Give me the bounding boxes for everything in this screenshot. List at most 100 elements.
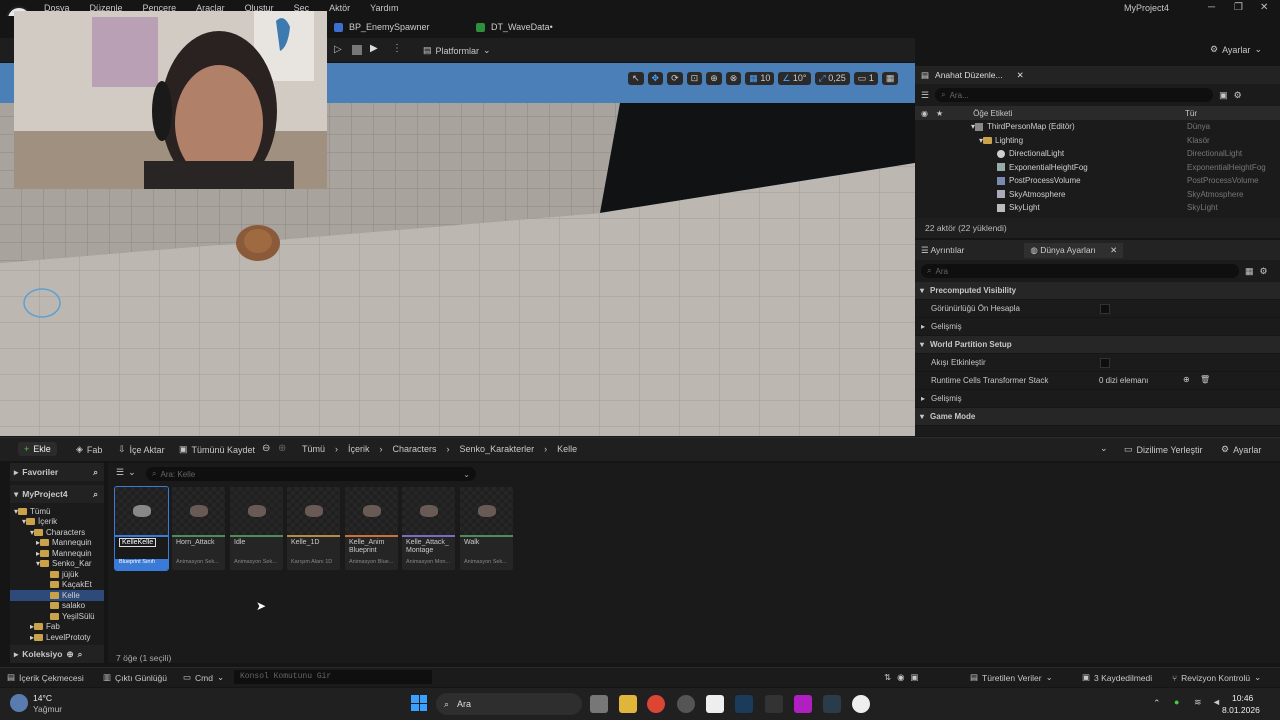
back-icon[interactable]: ⊖ (262, 443, 270, 454)
favorites-header[interactable]: ▸ Favoriler ⌕ (10, 463, 104, 481)
grid-snap-control[interactable]: ▦ 10 (745, 72, 775, 85)
cmd-dropdown[interactable]: ▭ Cmd ⌄ (183, 672, 224, 683)
section-precomputed-visibility[interactable]: ▾ Precomputed Visibility (915, 282, 1280, 300)
console-input[interactable]: Konsol Komutunu Gir (234, 670, 432, 684)
rotate-icon[interactable]: ⟳ (667, 72, 683, 85)
surface-snap-icon[interactable]: ⊗ (725, 72, 742, 85)
tray-chevron-icon[interactable]: ⌃ (1153, 698, 1161, 709)
asset-tile[interactable]: Kelle_Attack_ Montage Animasyon Mon... (402, 487, 455, 570)
tree-item[interactable]: ▾ İçerik (10, 517, 104, 528)
more-options-icon[interactable]: ⋮ (392, 43, 402, 54)
weather-icon[interactable] (10, 694, 28, 712)
taskbar-search[interactable]: ⌕ Ara (436, 693, 582, 715)
gear-icon[interactable]: ⚙ (1260, 266, 1268, 277)
import-button[interactable]: ⇩ İçe Aktar (118, 444, 165, 455)
column-label[interactable]: Öğe Etiketi (973, 109, 1012, 118)
clock-time[interactable]: 10:46 (1232, 693, 1253, 703)
asset-tile[interactable]: KelleKelle Blueprint Sınıfı (114, 486, 169, 571)
tab-world-settings[interactable]: ◍ Dünya Ayarları ✕ (1024, 242, 1124, 258)
column-type[interactable]: Tür (1185, 109, 1197, 118)
filter-icon[interactable]: ☰ (921, 90, 929, 101)
output-log-button[interactable]: ▥ Çıktı Günlüğü (103, 672, 167, 683)
tree-item[interactable]: ▸ LevelPrototy (10, 632, 104, 643)
asset-tile[interactable]: Horn_Attack Animasyon Sek... (172, 487, 225, 570)
platforms-button[interactable]: ▤ Platformlar ⌄ (423, 45, 491, 56)
outliner-row[interactable]: ▾ Lighting Klasör (915, 134, 1280, 148)
windows-start-icon[interactable] (411, 695, 427, 711)
asset-tile[interactable]: Kelle_1D Karışım Alanı 1D (287, 487, 340, 570)
tree-item[interactable]: ▸ Mannequin (10, 538, 104, 549)
derived-data-button[interactable]: ▤ Türetilen Veriler ⌄ (970, 672, 1053, 683)
breadcrumb-item[interactable]: Kelle (557, 444, 577, 454)
outliner-tab[interactable]: ▤ Anahat Düzenle... ✕ (915, 66, 1280, 84)
revision-control-button[interactable]: ⑂ Revizyon Kontrolü ⌄ (1172, 672, 1261, 683)
microphone-icon[interactable]: ● (1174, 697, 1179, 707)
add-collection-icon[interactable]: ⊕ (66, 649, 73, 660)
steam-icon[interactable] (735, 695, 753, 713)
select-mode-icon[interactable]: ↖ (628, 72, 644, 85)
store-icon[interactable] (706, 695, 724, 713)
content-drawer-button[interactable]: ▤ İçerik Çekmecesi (7, 672, 84, 683)
asset-tile[interactable]: Idle Animasyon Sek... (230, 487, 283, 570)
tree-item[interactable]: jüjük (10, 569, 104, 580)
clock-date[interactable]: 8.01.2026 (1222, 705, 1260, 715)
add-element-icon[interactable]: ⊕ (1183, 375, 1190, 384)
asset-tile[interactable]: Walk Animasyon Sek... (460, 487, 513, 570)
chevron-down-icon[interactable]: ⌄ (1100, 443, 1108, 454)
breadcrumb-item[interactable]: Characters (393, 444, 437, 454)
advanced-row[interactable]: ▸ Gelişmiş (915, 318, 1280, 336)
dock-layout-button[interactable]: ▭ Dizilime Yerleştir (1124, 444, 1203, 455)
world-space-icon[interactable]: ⊕ (706, 72, 722, 85)
add-folder-icon[interactable]: ▣ (1219, 90, 1228, 101)
save-all-button[interactable]: ▣ Tümünü Kaydet (179, 444, 255, 455)
search-icon[interactable]: ⌕ (93, 489, 98, 500)
tab-details[interactable]: ☰ Ayrıntılar (921, 245, 964, 256)
asset-search-input[interactable]: ⌕ Ara: Kelle ⌄ (146, 467, 476, 481)
stop-icon[interactable] (352, 45, 362, 55)
trash-icon[interactable]: 🗑 (1200, 375, 1210, 384)
tree-item[interactable]: salako (10, 601, 104, 612)
checkbox[interactable] (1100, 358, 1110, 368)
scale-icon[interactable]: ⊡ (686, 72, 703, 85)
outliner-row[interactable]: ▾ ThirdPersonMap (Editör) Dünya (915, 120, 1280, 134)
breadcrumb-item[interactable]: İçerik (348, 444, 370, 454)
checkbox[interactable] (1100, 304, 1110, 314)
tree-item[interactable]: YeşilSülü (10, 611, 104, 622)
outliner-row[interactable]: SkyAtmosphere SkyAtmosphere (915, 188, 1280, 202)
screenshot-icon[interactable]: ▣ (911, 672, 919, 683)
gear-icon[interactable]: ⚙ (1234, 90, 1242, 101)
visibility-icon[interactable]: ◉ (921, 109, 928, 118)
outliner-row[interactable]: PostProcessVolume PostProcessVolume (915, 174, 1280, 188)
rotation-snap-control[interactable]: ∠ 10° (778, 72, 811, 85)
source-control-icon[interactable]: ⇅ (884, 672, 891, 683)
volume-icon[interactable]: ◄ (1212, 697, 1221, 707)
advanced-row[interactable]: ▸ Gelişmiş (915, 390, 1280, 408)
table-view-icon[interactable]: ▦ (1245, 266, 1254, 277)
chrome-icon[interactable] (647, 695, 665, 713)
trace-icon[interactable]: ◉ (897, 672, 904, 683)
tree-item[interactable]: ▸ Fab (10, 622, 104, 633)
tree-item-selected[interactable]: Kelle (10, 590, 104, 601)
search-icon[interactable]: ⌕ (93, 467, 98, 478)
unsaved-button[interactable]: ▣ 3 Kaydedilmedi (1082, 672, 1152, 683)
close-icon[interactable]: ✕ (1260, 2, 1268, 13)
play-options-icon[interactable]: ▷ (334, 44, 342, 55)
github-icon[interactable] (677, 695, 695, 713)
steam-alt-icon[interactable] (823, 695, 841, 713)
tab-bp-enemyspawner[interactable]: BP_EnemySpawner (334, 20, 430, 34)
close-tab-icon[interactable]: ✕ (1017, 70, 1024, 81)
project-header[interactable]: ▾ MyProject4 ⌕ (10, 485, 104, 503)
scale-snap-control[interactable]: ⤢ 0,25 (814, 72, 850, 85)
collections-header[interactable]: ▸ Koleksiyo ⊕ ⌕ (10, 645, 104, 663)
outliner-row[interactable]: ExponentialHeightFog ExponentialHeightFog (915, 161, 1280, 175)
settings-button[interactable]: ⚙ Ayarlar ⌄ (1210, 44, 1262, 55)
search-icon[interactable]: ⌕ (78, 649, 83, 660)
outliner-search-input[interactable]: ⌕ Ara... (935, 88, 1214, 102)
add-button[interactable]: + Ekle (18, 442, 57, 456)
section-game-mode[interactable]: ▾ Game Mode (915, 408, 1280, 426)
tree-item[interactable]: KaçakEt (10, 580, 104, 591)
epic-games-icon[interactable] (765, 695, 783, 713)
section-world-partition[interactable]: ▾ World Partition Setup (915, 336, 1280, 354)
breadcrumb-item[interactable]: Senko_Karakterler (460, 444, 535, 454)
tree-item[interactable]: ▾ Characters (10, 527, 104, 538)
